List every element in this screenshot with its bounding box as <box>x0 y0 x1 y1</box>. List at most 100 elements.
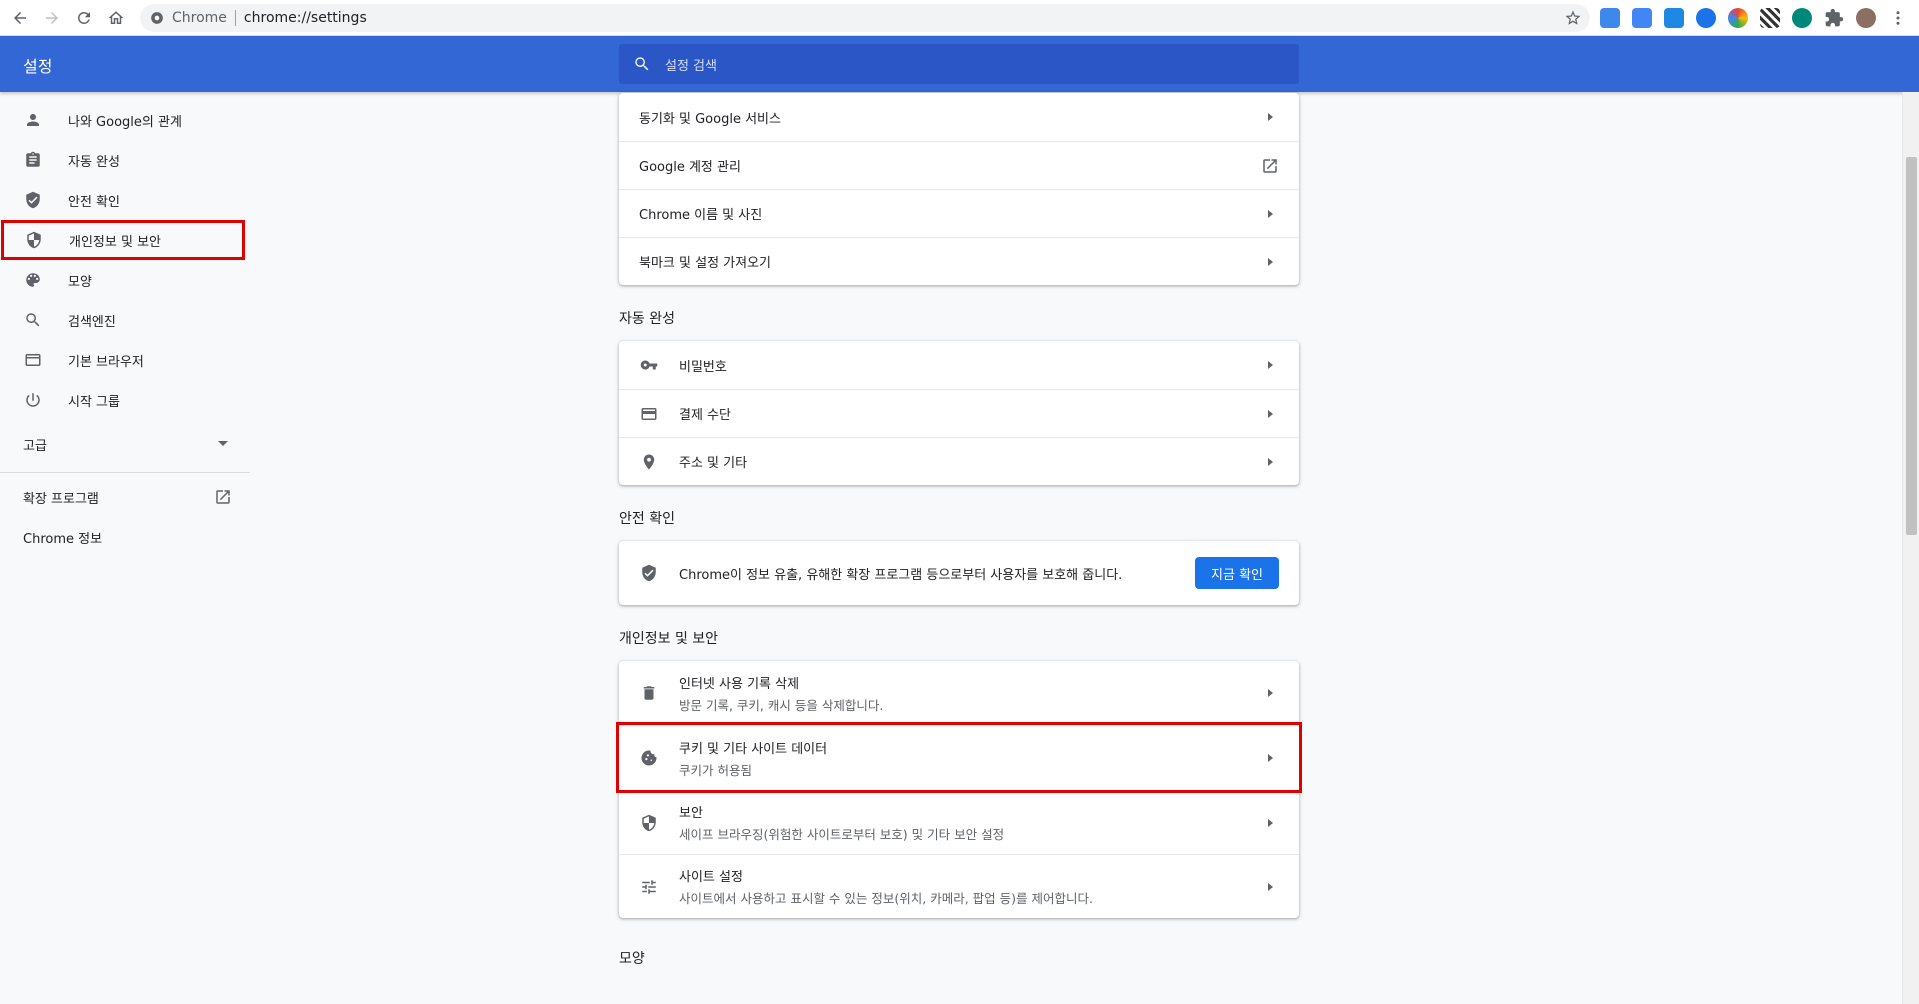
sidebar-item-appearance[interactable]: 모양 <box>0 260 250 300</box>
row-label: 동기화 및 Google 서비스 <box>639 111 781 127</box>
search-placeholder: 설정 검색 <box>665 58 717 74</box>
shield-check-icon <box>639 563 659 583</box>
sidebar-item-label: 검색엔진 <box>68 314 116 330</box>
sidebar-item-autofill[interactable]: 자동 완성 <box>0 140 250 180</box>
chevron-right-icon <box>1268 818 1273 827</box>
autofill-section-title: 자동 완성 <box>619 311 675 327</box>
site-settings-row[interactable]: 사이트 설정 사이트에서 사용하고 표시할 수 있는 정보(위치, 카메라, 팝… <box>619 854 1299 918</box>
row-label: 사이트 설정 <box>679 870 743 885</box>
sidebar-item-about-chrome[interactable]: Chrome 정보 <box>0 517 250 557</box>
chevron-right-icon <box>1268 457 1273 466</box>
row-sublabel: 세이프 브라우징(위험한 사이트로부터 보호) 및 기타 보안 설정 <box>679 827 1005 842</box>
scrollbar-thumb[interactable] <box>1906 157 1917 535</box>
safety-check-row: Chrome이 정보 유출, 유해한 확장 프로그램 등으로부터 사용자를 보호… <box>619 541 1299 605</box>
row-label: 인터넷 사용 기록 삭제 <box>679 676 800 692</box>
settings-main: 동기화 및 Google 서비스 Google 계정 관리 Chrome 이름 … <box>616 92 1302 981</box>
sidebar-item-default-browser[interactable]: 기본 브라우저 <box>0 340 250 380</box>
privacy-section-title: 개인정보 및 보안 <box>619 631 719 647</box>
chevron-right-icon <box>1268 409 1273 418</box>
sidebar-item-label: 나와 Google의 관계 <box>68 114 182 130</box>
reload-button[interactable] <box>72 6 96 30</box>
sidebar-about-label: Chrome 정보 <box>23 531 103 547</box>
you-and-google-card: 동기화 및 Google 서비스 Google 계정 관리 Chrome 이름 … <box>619 93 1299 285</box>
location-pin-icon <box>639 452 659 472</box>
autofill-card: 비밀번호 결제 수단 주소 및 기타 <box>619 341 1299 485</box>
checkmark-extension-icon[interactable] <box>1696 8 1716 28</box>
sidebar-advanced-label: 고급 <box>23 438 47 454</box>
row-label: 결제 수단 <box>679 408 731 423</box>
safety-check-card: Chrome이 정보 유출, 유해한 확장 프로그램 등으로부터 사용자를 보호… <box>619 541 1299 605</box>
row-label: 비밀번호 <box>679 359 727 375</box>
sync-services-row[interactable]: 동기화 및 Google 서비스 <box>619 93 1299 141</box>
sidebar-item-label: 시작 그룹 <box>68 394 120 410</box>
sidebar-advanced-toggle[interactable]: 고급 <box>0 420 250 468</box>
security-row[interactable]: 보안 세이프 브라우징(위험한 사이트로부터 보호) 및 기타 보안 설정 <box>619 790 1299 854</box>
sidebar-item-on-startup[interactable]: 시작 그룹 <box>0 380 250 420</box>
menu-button[interactable] <box>1886 6 1910 30</box>
clear-browsing-data-row[interactable]: 인터넷 사용 기록 삭제 방문 기록, 쿠키, 캐시 등을 삭제합니다. <box>619 661 1299 725</box>
back-button[interactable] <box>8 6 32 30</box>
shield-icon <box>27 231 41 249</box>
row-label: 보안 <box>679 806 703 821</box>
home-button[interactable] <box>104 6 128 30</box>
site-chip: Chrome <box>172 10 227 26</box>
import-bookmarks-row[interactable]: 북마크 및 설정 가져오기 <box>619 237 1299 285</box>
settings-search-input[interactable]: 설정 검색 <box>619 44 1299 84</box>
row-label: 쿠키 및 기타 사이트 데이터 <box>679 741 828 757</box>
search-icon <box>635 57 649 71</box>
more-vert-icon <box>1896 11 1900 25</box>
forward-button[interactable] <box>40 6 64 30</box>
back-arrow-icon <box>14 12 26 24</box>
sidebar-item-label: 자동 완성 <box>68 154 120 170</box>
row-label: Chrome 이름 및 사진 <box>639 208 763 223</box>
address-bar[interactable]: Chrome chrome://settings <box>140 4 1590 32</box>
chevron-right-icon <box>1268 361 1273 369</box>
bookmark-star-icon[interactable] <box>1564 9 1582 27</box>
credit-card-icon <box>639 404 659 424</box>
sidebar-item-privacy-security[interactable]: 개인정보 및 보안 <box>1 220 245 260</box>
open-in-new-icon <box>216 490 230 504</box>
chrome-name-photo-row[interactable]: Chrome 이름 및 사진 <box>619 189 1299 237</box>
key-icon <box>639 355 659 375</box>
browser-icon <box>25 354 41 366</box>
chevron-right-icon <box>1268 257 1273 266</box>
sidebar-item-safety-check[interactable]: 안전 확인 <box>0 180 250 220</box>
chrome-logo-icon <box>151 12 163 24</box>
extension-icon-3[interactable] <box>1664 8 1684 28</box>
sidebar-extensions-label: 확장 프로그램 <box>23 491 99 507</box>
row-label: 주소 및 기타 <box>679 456 748 471</box>
qr-code-extension-icon[interactable] <box>1760 8 1780 28</box>
puzzle-extensions-icon[interactable] <box>1824 8 1844 28</box>
manage-google-account-row[interactable]: Google 계정 관리 <box>619 141 1299 189</box>
profile-avatar[interactable] <box>1856 8 1876 28</box>
page-scrollbar[interactable] <box>1902 92 1919 1004</box>
shield-check-icon <box>26 191 40 209</box>
extension-icon-7[interactable] <box>1792 8 1812 28</box>
check-now-button[interactable]: 지금 확인 <box>1195 557 1279 589</box>
cookies-row[interactable]: 쿠키 및 기타 사이트 데이터 쿠키가 허용됨 <box>616 722 1302 793</box>
sidebar-item-search-engine[interactable]: 검색엔진 <box>0 300 250 340</box>
chip-separator <box>234 10 236 26</box>
chevron-right-icon <box>1268 113 1273 121</box>
extension-icon-1[interactable] <box>1600 8 1620 28</box>
addresses-row[interactable]: 주소 및 기타 <box>619 437 1299 485</box>
browser-toolbar: Chrome chrome://settings <box>0 0 1919 36</box>
url-text: chrome://settings <box>243 10 367 26</box>
sidebar-item-label: 기본 브라우저 <box>68 354 144 370</box>
dropdown-arrow-icon <box>218 441 228 446</box>
row-sublabel: 사이트에서 사용하고 표시할 수 있는 정보(위치, 카메라, 팝업 등)를 제… <box>679 891 1093 906</box>
tune-icon <box>639 877 659 897</box>
passwords-row[interactable]: 비밀번호 <box>619 341 1299 389</box>
row-sublabel: 방문 기록, 쿠키, 캐시 등을 삭제합니다. <box>679 697 884 713</box>
settings-header: 설정 설정 검색 <box>0 36 1919 92</box>
row-label: Google 계정 관리 <box>639 160 741 175</box>
payment-methods-row[interactable]: 결제 수단 <box>619 389 1299 437</box>
clipboard-icon <box>26 151 40 167</box>
color-extension-icon[interactable] <box>1728 8 1748 28</box>
sidebar-item-you-and-google[interactable]: 나와 Google의 관계 <box>0 100 250 140</box>
translate-extension-icon[interactable] <box>1632 8 1652 28</box>
forward-arrow-icon <box>46 12 58 24</box>
sidebar-item-extensions[interactable]: 확장 프로그램 <box>0 477 250 517</box>
appearance-section-title: 모양 <box>619 951 645 967</box>
sidebar-item-label: 모양 <box>68 274 92 290</box>
